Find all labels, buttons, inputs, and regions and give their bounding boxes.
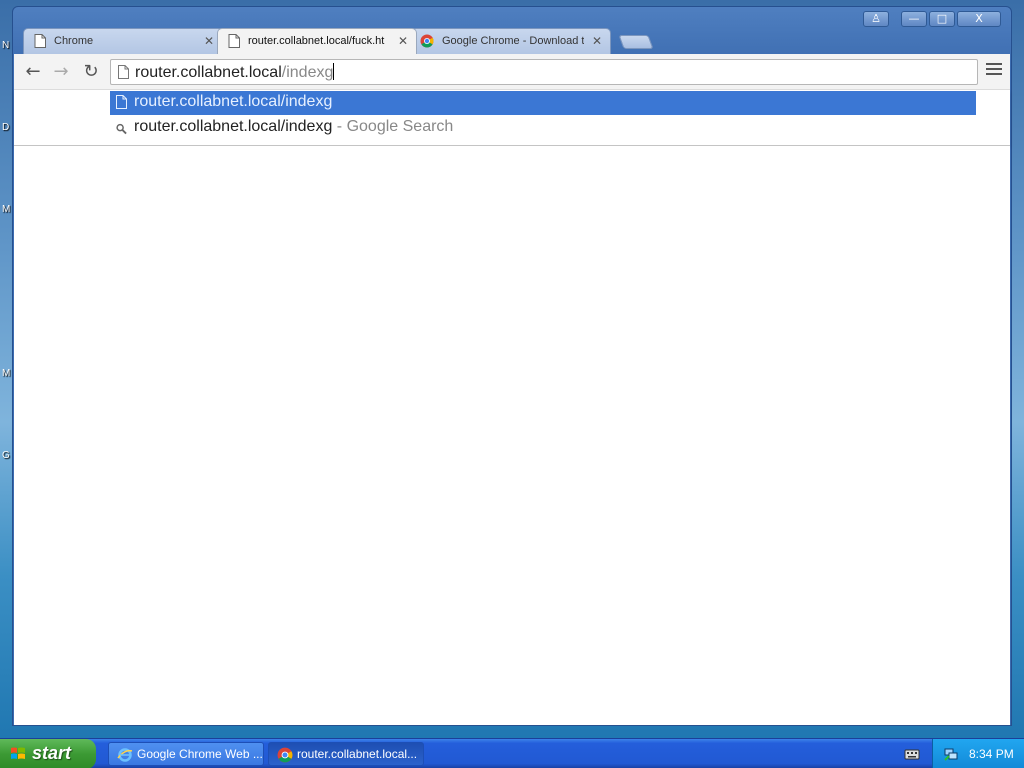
- tab-close-icon[interactable]: ✕: [398, 34, 408, 48]
- text-caret: [333, 63, 335, 80]
- taskbar-item-chrome[interactable]: router.collabnet.local...: [268, 742, 424, 766]
- page-icon: [116, 95, 127, 109]
- taskbar-item-ie[interactable]: Google Chrome Web ...: [108, 742, 264, 766]
- tab-chrome[interactable]: Chrome ✕: [23, 28, 223, 54]
- search-icon: [116, 123, 127, 135]
- tab-router-page[interactable]: router.collabnet.local/fuck.ht ✕: [217, 28, 417, 54]
- start-button[interactable]: start: [0, 739, 96, 768]
- tab-label: Google Chrome - Download t: [442, 35, 584, 47]
- tab-chrome-download[interactable]: Google Chrome - Download t ✕: [411, 28, 611, 54]
- suggestion-description: - Google Search: [332, 118, 454, 135]
- address-typed-text: router.collabnet.local: [135, 64, 282, 81]
- maximize-button[interactable]: □: [929, 11, 955, 27]
- desktop-icon-label: M: [2, 368, 11, 379]
- page-content: [14, 146, 1010, 725]
- back-button[interactable]: ←: [22, 62, 44, 84]
- system-tray: 8:34 PM: [932, 739, 1024, 768]
- window-controls: ♙ — □ X: [863, 11, 1001, 27]
- chrome-logo-icon: [420, 34, 434, 48]
- tab-close-icon[interactable]: ✕: [592, 34, 602, 48]
- taskbar: start Google Chrome Web ... router.colla…: [0, 738, 1024, 768]
- suggestion-text: router.collabnet.local/indexg: [134, 118, 333, 135]
- new-tab-button[interactable]: [618, 35, 654, 49]
- address-autocomplete-text: /indexg: [281, 64, 334, 81]
- tab-close-icon[interactable]: ✕: [204, 34, 214, 48]
- desktop-icon-label: D: [2, 122, 10, 133]
- ie-icon: [117, 748, 133, 762]
- network-icon[interactable]: [943, 746, 959, 762]
- menu-icon[interactable]: [986, 63, 1002, 79]
- forward-button[interactable]: →: [50, 62, 72, 84]
- address-bar[interactable]: router.collabnet.local/indexg: [110, 59, 978, 85]
- clock[interactable]: 8:34 PM: [969, 747, 1014, 761]
- close-window-button[interactable]: X: [957, 11, 1001, 27]
- desktop-icon-label: M: [2, 204, 11, 215]
- tab-label: router.collabnet.local/fuck.ht: [248, 35, 385, 47]
- minimize-button[interactable]: —: [901, 11, 927, 27]
- chrome-logo-icon: [277, 747, 293, 763]
- page-icon: [34, 34, 46, 48]
- page-icon: [118, 65, 129, 79]
- toolbar: ← → ↻ router.collabnet.local/indexg: [14, 54, 1010, 90]
- windows-logo-icon: [11, 747, 25, 759]
- omnibox-suggestions: router.collabnet.local/indexg router.col…: [14, 90, 1010, 146]
- keyboard-icon[interactable]: [904, 747, 920, 761]
- suggestion-text: router.collabnet.local/indexg: [134, 93, 333, 110]
- reload-button[interactable]: ↻: [80, 62, 102, 84]
- taskbar-item-label: Google Chrome Web ...: [137, 747, 263, 761]
- profile-button[interactable]: ♙: [863, 11, 889, 27]
- suggestion-search[interactable]: router.collabnet.local/indexg - Google S…: [110, 116, 976, 140]
- page-icon: [228, 34, 240, 48]
- desktop-icon-label: G: [2, 450, 10, 461]
- tab-label: Chrome: [54, 35, 94, 47]
- desktop-icon-label: N: [2, 40, 10, 51]
- taskbar-item-label: router.collabnet.local...: [297, 747, 418, 761]
- chrome-window: ♙ — □ X Chrome ✕ router.collabnet.local/…: [12, 6, 1012, 726]
- start-label: start: [32, 743, 72, 763]
- tab-strip: Chrome ✕ router.collabnet.local/fuck.ht …: [23, 28, 663, 54]
- suggestion-url[interactable]: router.collabnet.local/indexg: [110, 91, 976, 115]
